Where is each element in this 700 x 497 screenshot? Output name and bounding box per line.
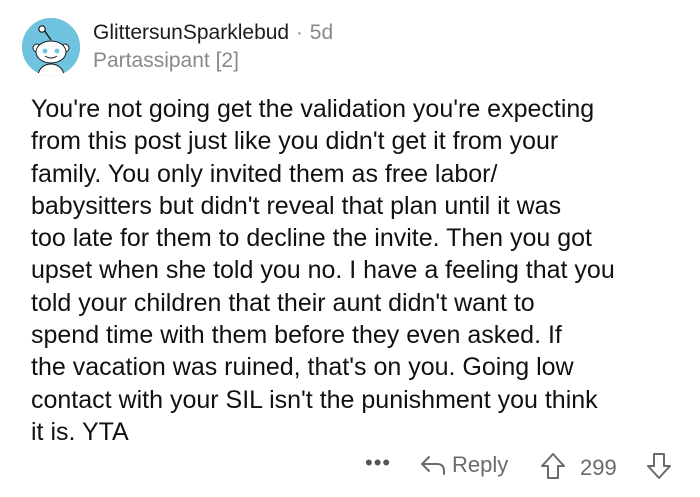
comment-meta: GlittersunSparklebud · 5d Partassipant [… [93, 20, 333, 74]
reply-button[interactable]: Reply [420, 452, 508, 478]
snoo-avatar-icon [22, 18, 80, 76]
meta-top-row: GlittersunSparklebud · 5d [93, 20, 333, 46]
downvote-arrow-icon [647, 453, 671, 479]
reply-arrow-icon [421, 456, 445, 475]
user-flair: Partassipant [2] [93, 49, 239, 72]
username[interactable]: GlittersunSparklebud [93, 20, 289, 46]
vote-score: 299 [580, 455, 617, 480]
downvote-button[interactable] [646, 452, 672, 485]
upvote-arrow-icon [541, 453, 565, 479]
avatar[interactable] [22, 18, 80, 76]
comment-header: GlittersunSparklebud · 5d Partassipant [… [22, 14, 333, 80]
more-options-button[interactable]: ••• [365, 450, 391, 476]
comment: GlittersunSparklebud · 5d Partassipant [… [0, 0, 700, 497]
comment-actions: ••• Reply 299 [0, 450, 700, 490]
reply-label: Reply [452, 452, 509, 477]
comment-age: 5d [309, 21, 334, 44]
comment-body: You're not going get the validation you'… [31, 95, 615, 446]
upvote-button[interactable] [540, 452, 566, 485]
separator-dot: · [296, 22, 303, 44]
